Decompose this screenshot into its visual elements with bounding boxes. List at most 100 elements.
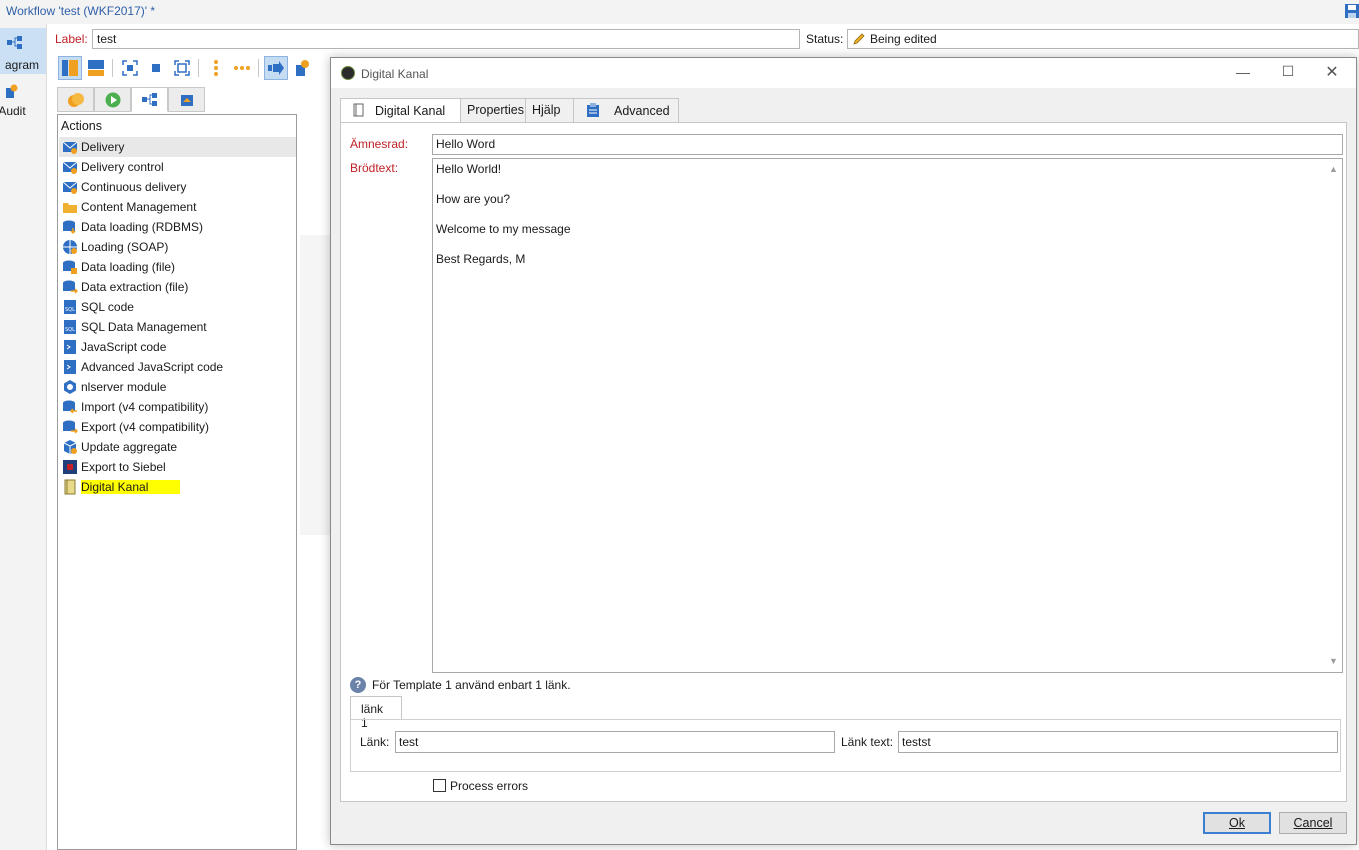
link-input[interactable]: test [395, 731, 835, 753]
tab-targeting[interactable] [57, 87, 94, 112]
activity-item[interactable]: Export (v4 compatibility) [59, 417, 296, 437]
database-down-icon [63, 220, 76, 235]
tab-advanced-label: Advanced [614, 104, 670, 118]
tab-advanced[interactable]: Advanced [573, 98, 679, 123]
vertical-dots-icon [214, 60, 218, 76]
script-file-icon [64, 340, 76, 354]
close-icon[interactable]: ✕ [1322, 62, 1342, 81]
book-icon [64, 479, 76, 495]
body-scrollbar[interactable]: ▲ ▼ [1326, 160, 1341, 671]
subject-input[interactable]: Hello Word [432, 134, 1343, 155]
activity-item[interactable]: JavaScript code [59, 337, 296, 357]
cancel-button[interactable]: Cancel [1279, 812, 1347, 834]
activity-item[interactable]: Delivery control [59, 157, 296, 177]
status-field: Being edited [847, 29, 1359, 49]
database-export-icon [63, 420, 78, 434]
folder-icon [63, 203, 77, 213]
palette-tabs [57, 87, 299, 113]
maximize-icon[interactable]: ☐ [1278, 63, 1298, 81]
save-icon[interactable] [1345, 3, 1359, 19]
dialog-app-icon [341, 66, 355, 80]
book-icon [353, 103, 364, 117]
activity-item[interactable]: Delivery [59, 137, 296, 157]
activity-item[interactable]: Import (v4 compatibility) [59, 397, 296, 417]
body-line: Welcome to my message [436, 222, 571, 236]
help-icon: ? [350, 677, 366, 693]
tab-events[interactable] [168, 87, 205, 112]
activity-label: Loading (SOAP) [81, 240, 169, 254]
tab-properties[interactable]: Properties [460, 98, 526, 123]
label-caption: Label: [55, 32, 88, 46]
siebel-icon [63, 460, 77, 474]
ok-button[interactable]: Ok [1203, 812, 1271, 834]
tab-actions[interactable] [131, 87, 168, 112]
activity-item[interactable]: Continuous delivery [59, 177, 296, 197]
activity-label: Advanced JavaScript code [81, 360, 224, 374]
activity-item[interactable]: Advanced JavaScript code [59, 357, 296, 377]
horizontal-dots-icon [234, 66, 250, 70]
activity-item[interactable]: Digital Kanal [59, 477, 296, 497]
layout-vertical-button[interactable] [58, 56, 82, 80]
activity-item[interactable]: Update aggregate [59, 437, 296, 457]
tab-hjalp[interactable]: Hjälp [525, 98, 574, 123]
link-hint-text: För Template 1 använd enbart 1 länk. [372, 678, 571, 692]
actions-icon [141, 92, 157, 106]
activity-item[interactable]: Content Management [59, 197, 296, 217]
envelope-icon [62, 141, 78, 154]
activity-item[interactable]: Export to Siebel [59, 457, 296, 477]
actual-size-button[interactable] [144, 56, 168, 80]
activity-label: Export (v4 compatibility) [81, 420, 210, 434]
palette-heading: Actions [61, 119, 102, 133]
database-import-icon [63, 400, 77, 414]
body-textarea[interactable]: Hello World! How are you? Welcome to my … [432, 158, 1343, 673]
tab-link-1[interactable]: länk 1 [350, 696, 402, 730]
canvas-region [300, 235, 332, 535]
activity-item[interactable]: nlserver module [59, 377, 296, 397]
label-input[interactable]: test [92, 29, 800, 49]
layout-horizontal-button[interactable] [84, 56, 108, 80]
status-caption: Status: [806, 32, 844, 46]
link-panel: Länk: test Länk text: testst [350, 719, 1341, 772]
workflow-properties-button[interactable] [290, 56, 314, 80]
database-file-icon [63, 260, 77, 274]
fit-page-button[interactable] [170, 56, 194, 80]
subject-label: Ämnesrad: [350, 137, 409, 151]
minimize-icon[interactable]: — [1233, 64, 1253, 82]
sql-file-icon: SQL [64, 300, 76, 314]
horizontal-dots-button[interactable] [230, 56, 254, 80]
view-audit-label: Audit [0, 104, 26, 118]
scroll-down-icon[interactable]: ▼ [1329, 654, 1338, 669]
activity-item[interactable]: SQL SQL Data Management [59, 317, 296, 337]
process-errors-label: Process errors [450, 779, 529, 793]
globe-database-icon [63, 240, 77, 254]
status-value: Being edited [870, 32, 937, 46]
targeting-icon [67, 92, 84, 107]
activity-label: Export to Siebel [81, 460, 166, 474]
scroll-up-icon[interactable]: ▲ [1329, 162, 1338, 177]
auto-link-button[interactable] [264, 56, 288, 80]
svg-text:SQL: SQL [65, 327, 75, 333]
layout-vertical-icon [62, 60, 78, 76]
tab-digital-kanal[interactable]: Digital Kanal [340, 98, 461, 123]
svg-text:SQL: SQL [65, 307, 75, 313]
database-export-icon [63, 280, 78, 294]
activity-label: Import (v4 compatibility) [81, 400, 209, 414]
activity-item[interactable]: SQL SQL code [59, 297, 296, 317]
activity-item[interactable]: Data loading (RDBMS) [59, 217, 296, 237]
view-audit-button[interactable]: Audit [0, 80, 46, 120]
play-icon [105, 92, 120, 107]
tab-flow-control[interactable] [94, 87, 131, 112]
process-errors-checkbox[interactable] [433, 779, 446, 792]
view-diagram-button[interactable]: agram [0, 28, 46, 74]
fit-selection-button[interactable] [118, 56, 142, 80]
view-switcher: agram Audit [0, 24, 47, 850]
pencil-icon [853, 33, 865, 45]
activity-item[interactable]: Loading (SOAP) [59, 237, 296, 257]
activity-item[interactable]: Data extraction (file) [59, 277, 296, 297]
activity-label: JavaScript code [81, 340, 167, 354]
workflow-properties-icon [296, 60, 309, 76]
link-text-input[interactable]: testst [898, 731, 1338, 753]
view-diagram-label: agram [4, 58, 39, 72]
activity-item[interactable]: Data loading (file) [59, 257, 296, 277]
vertical-dots-button[interactable] [204, 56, 228, 80]
